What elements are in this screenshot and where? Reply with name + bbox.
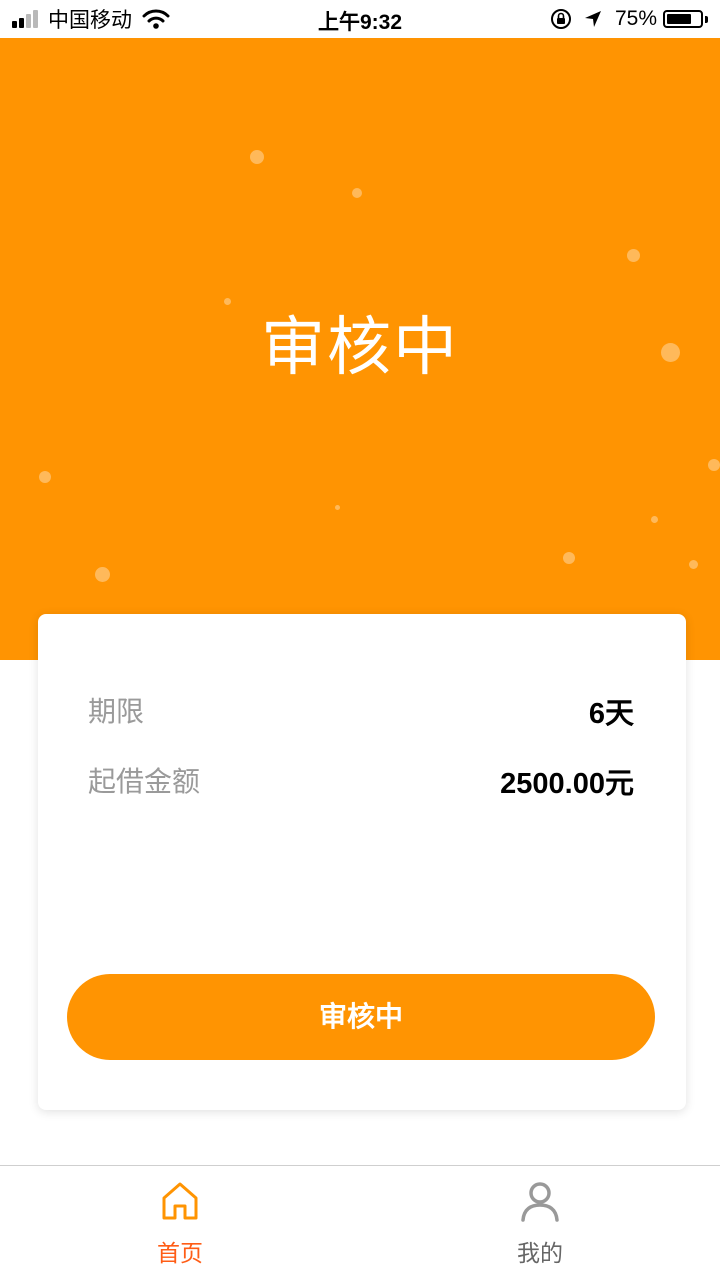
battery-icon: [663, 10, 703, 28]
tab-home[interactable]: 首页: [0, 1166, 360, 1281]
tab-bar: 首页 我的: [0, 1165, 720, 1281]
decorative-dot: [335, 505, 340, 510]
decorative-dot: [563, 552, 575, 564]
loan-term-value: 6天: [588, 698, 634, 730]
battery-percentage: 75%: [614, 7, 657, 30]
status-right: 75%: [549, 6, 708, 32]
decorative-dot: [627, 249, 640, 262]
loan-amount-label: 起借金额: [88, 766, 201, 797]
review-status-button[interactable]: 审核中: [67, 974, 655, 1060]
status-title: 审核中: [261, 311, 459, 383]
decorative-dot: [250, 150, 264, 164]
loan-amount-row: 起借金额 2500.00元: [88, 760, 634, 800]
home-icon: [162, 1182, 198, 1220]
battery-level: [667, 14, 692, 24]
decorative-dot: [39, 471, 51, 483]
user-icon: [521, 1182, 559, 1222]
decorative-dot: [95, 567, 110, 582]
battery-tip: [705, 15, 708, 23]
decorative-dot: [651, 516, 658, 523]
decorative-dot: [689, 560, 698, 569]
tab-mine-label: 我的: [517, 1240, 563, 1266]
hero-banner: 审核中: [0, 38, 720, 660]
tab-home-label: 首页: [157, 1240, 203, 1266]
loan-term-label: 期限: [88, 696, 145, 727]
loan-info-card: 期限 6天 起借金额 2500.00元 审核中: [38, 614, 686, 1110]
tab-mine[interactable]: 我的: [360, 1166, 720, 1281]
decorative-dot: [708, 459, 720, 471]
orientation-lock-icon: [550, 9, 571, 29]
loan-amount-value: 2500.00元: [500, 768, 634, 800]
location-icon: [584, 11, 601, 27]
status-bar: 中国移动 上午9:32 75%: [0, 0, 720, 38]
loan-term-row: 期限 6天: [88, 690, 634, 730]
decorative-dot: [352, 188, 362, 198]
